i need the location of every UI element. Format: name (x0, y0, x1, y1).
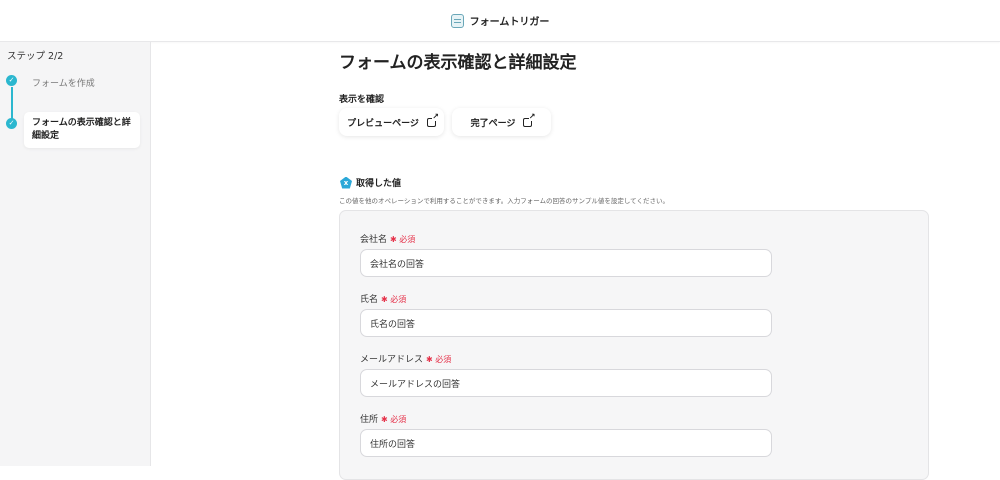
complete-page-button[interactable]: 完了ページ (452, 108, 551, 136)
company-input[interactable] (360, 249, 772, 277)
required-badge: ✱ 必須 (381, 415, 407, 424)
section-title: 取得した値 (356, 179, 402, 189)
section-header: x 取得した値 (340, 176, 401, 189)
app-title: フォームトリガー (469, 17, 550, 28)
external-link-icon (523, 112, 536, 127)
field-label: 氏名 (360, 295, 379, 305)
email-input[interactable] (360, 369, 772, 397)
form-trigger-icon (450, 13, 464, 28)
preview-page-button[interactable]: プレビューページ (339, 108, 444, 136)
preview-heading: 表示を確認 (339, 95, 385, 105)
sidebar-step-create-form[interactable]: フォームを作成 (24, 73, 140, 96)
field-label: 住所 (360, 415, 379, 425)
app-header: フォームトリガー (0, 0, 1000, 42)
name-input[interactable] (360, 309, 772, 337)
required-badge: ✱ 必須 (381, 295, 407, 304)
field-label: 会社名 (360, 235, 388, 245)
preview-page-label: プレビューページ (347, 118, 419, 129)
variable-icon: x (340, 176, 352, 189)
field-company: 会社名 ✱ 必須 (360, 232, 772, 277)
address-input[interactable] (360, 429, 772, 457)
required-badge: ✱ 必須 (390, 235, 416, 244)
step-sidebar: ステップ 2/2 ✓ ✓ フォームを作成 フォームの表示確認と詳細設定 (0, 42, 151, 466)
complete-page-label: 完了ページ (470, 118, 516, 129)
field-name: 氏名 ✱ 必須 (360, 292, 772, 337)
check-icon: ✓ (6, 75, 17, 86)
field-label: メールアドレス (360, 355, 424, 365)
check-icon: ✓ (6, 118, 17, 129)
step-count: ステップ 2/2 (7, 51, 64, 62)
field-email: メールアドレス ✱ 必須 (360, 352, 772, 397)
external-link-icon (426, 112, 439, 127)
page-title: フォームの表示確認と詳細設定 (339, 53, 577, 73)
sidebar-step-confirm-settings[interactable]: フォームの表示確認と詳細設定 (24, 112, 140, 148)
values-panel: 会社名✱ 必須 氏名✱ 必須 メールアドレス✱ 必須 住所✱ 必須 (339, 210, 929, 480)
required-badge: ✱ 必須 (426, 355, 452, 364)
field-address: 住所 ✱ 必須 (360, 412, 772, 457)
section-description: この値を他のオペレーションで利用することができます。入力フォームの回答のサンプル… (339, 197, 669, 205)
